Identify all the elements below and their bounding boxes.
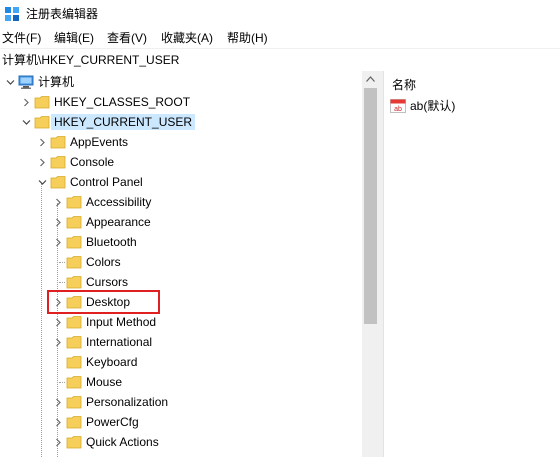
tree-node-powercfg[interactable]: PowerCfg — [0, 412, 362, 432]
folder-icon — [66, 374, 82, 390]
tree-label: Control Panel — [70, 175, 143, 189]
chevron-right-icon[interactable] — [52, 332, 64, 352]
chevron-right-icon[interactable] — [20, 92, 32, 112]
chevron-right-icon[interactable] — [52, 232, 64, 252]
folder-icon — [50, 154, 66, 170]
address-bar[interactable]: 计算机\HKEY_CURRENT_USER — [0, 48, 560, 72]
chevron-right-icon[interactable] — [52, 432, 64, 452]
folder-icon — [66, 334, 82, 350]
folder-icon — [66, 194, 82, 210]
folder-icon — [66, 214, 82, 230]
tree-label: Personalization — [86, 395, 169, 409]
menu-help[interactable]: 帮助(H) — [227, 30, 268, 46]
tree-label: Colors — [86, 255, 121, 269]
folder-icon — [66, 314, 82, 330]
tree-node-input-method[interactable]: Input Method — [0, 312, 362, 332]
chevron-right-icon[interactable] — [52, 212, 64, 232]
tree-label: Mouse — [86, 375, 123, 389]
tree-node-quick-actions[interactable]: Quick Actions — [0, 432, 362, 452]
chevron-down-icon[interactable] — [4, 72, 16, 92]
tree-node-keyboard[interactable]: Keyboard — [0, 352, 362, 372]
tree-node-cursors[interactable]: Cursors — [0, 272, 362, 292]
folder-icon — [66, 274, 82, 290]
tree-node-mouse[interactable]: Mouse — [0, 372, 362, 392]
svg-text:ab: ab — [394, 106, 402, 113]
tree-node-hkey-classes-root[interactable]: HKEY_CLASSES_ROOT — [0, 92, 362, 112]
tree-node-control-panel[interactable]: Control Panel — [0, 172, 362, 192]
tree-label: HKEY_CLASSES_ROOT — [54, 95, 191, 109]
highlight-box-desktop — [47, 290, 160, 314]
values-pane: 名称 ab ab(默认) — [384, 71, 560, 457]
folder-icon — [66, 434, 82, 450]
folder-icon — [66, 414, 82, 430]
chevron-up-icon — [366, 76, 375, 82]
folder-icon — [50, 134, 66, 150]
chevron-right-icon[interactable] — [52, 412, 64, 432]
tree-node-appevents[interactable]: AppEvents — [0, 132, 362, 152]
menu-file[interactable]: 文件(F) — [2, 30, 41, 46]
tree-label: 计算机 — [38, 75, 75, 89]
folder-icon — [34, 94, 50, 110]
string-value-icon: ab — [390, 99, 406, 113]
title-bar: 注册表编辑器 — [0, 0, 560, 28]
scroll-up-button[interactable] — [362, 71, 379, 88]
tree-label: International — [86, 335, 153, 349]
chevron-down-icon[interactable] — [36, 172, 48, 192]
folder-icon — [34, 114, 50, 130]
folder-icon — [50, 174, 66, 190]
chevron-right-icon[interactable] — [36, 152, 48, 172]
tree-node-appearance[interactable]: Appearance — [0, 212, 362, 232]
computer-icon — [18, 75, 34, 89]
chevron-right-icon[interactable] — [52, 392, 64, 412]
tree-label: Console — [70, 155, 115, 169]
chevron-down-icon[interactable] — [20, 112, 32, 132]
folder-icon — [66, 394, 82, 410]
menu-bar: 文件(F) 编辑(E) 查看(V) 收藏夹(A) 帮助(H) — [0, 28, 560, 48]
tree-node-bluetooth[interactable]: Bluetooth — [0, 232, 362, 252]
tree-label: Appearance — [86, 215, 151, 229]
tree-node-console[interactable]: Console — [0, 152, 362, 172]
tree-label: Keyboard — [86, 355, 138, 369]
window-title: 注册表编辑器 — [26, 7, 99, 21]
tree-node-colors[interactable]: Colors — [0, 252, 362, 272]
folder-icon — [66, 234, 82, 250]
value-name: ab(默认) — [410, 99, 456, 113]
tree-node-computer[interactable]: 计算机 — [0, 72, 362, 92]
tree-scrollbar[interactable] — [362, 71, 379, 457]
menu-view[interactable]: 查看(V) — [107, 30, 147, 46]
tree-node-hkey-current-user[interactable]: HKEY_CURRENT_USER — [0, 112, 362, 132]
tree-node-personalization[interactable]: Personalization — [0, 392, 362, 412]
tree-pane: 计算机 HKEY_CLASSES_ROOT HKEY_CURRENT_USER … — [0, 71, 362, 457]
tree-node-accessibility[interactable]: Accessibility — [0, 192, 362, 212]
tree-label: Cursors — [86, 275, 129, 289]
column-header-name[interactable]: 名称 — [392, 77, 416, 93]
folder-icon — [66, 354, 82, 370]
tree-label: Input Method — [86, 315, 157, 329]
chevron-right-icon[interactable] — [36, 132, 48, 152]
tree-label-selected: HKEY_CURRENT_USER — [51, 114, 196, 130]
tree-label: Accessibility — [86, 195, 152, 209]
tree-label: Quick Actions — [86, 435, 159, 449]
menu-favorites[interactable]: 收藏夹(A) — [161, 30, 213, 46]
tree-node-international[interactable]: International — [0, 332, 362, 352]
address-path[interactable]: 计算机\HKEY_CURRENT_USER — [2, 52, 179, 68]
tree-label: AppEvents — [70, 135, 129, 149]
menu-edit[interactable]: 编辑(E) — [54, 30, 94, 46]
tree-label: PowerCfg — [86, 415, 139, 429]
tree-label: Bluetooth — [86, 235, 137, 249]
chevron-right-icon[interactable] — [52, 192, 64, 212]
regedit-icon — [5, 7, 19, 21]
folder-icon — [66, 254, 82, 270]
scroll-thumb[interactable] — [364, 88, 377, 324]
chevron-right-icon[interactable] — [52, 312, 64, 332]
